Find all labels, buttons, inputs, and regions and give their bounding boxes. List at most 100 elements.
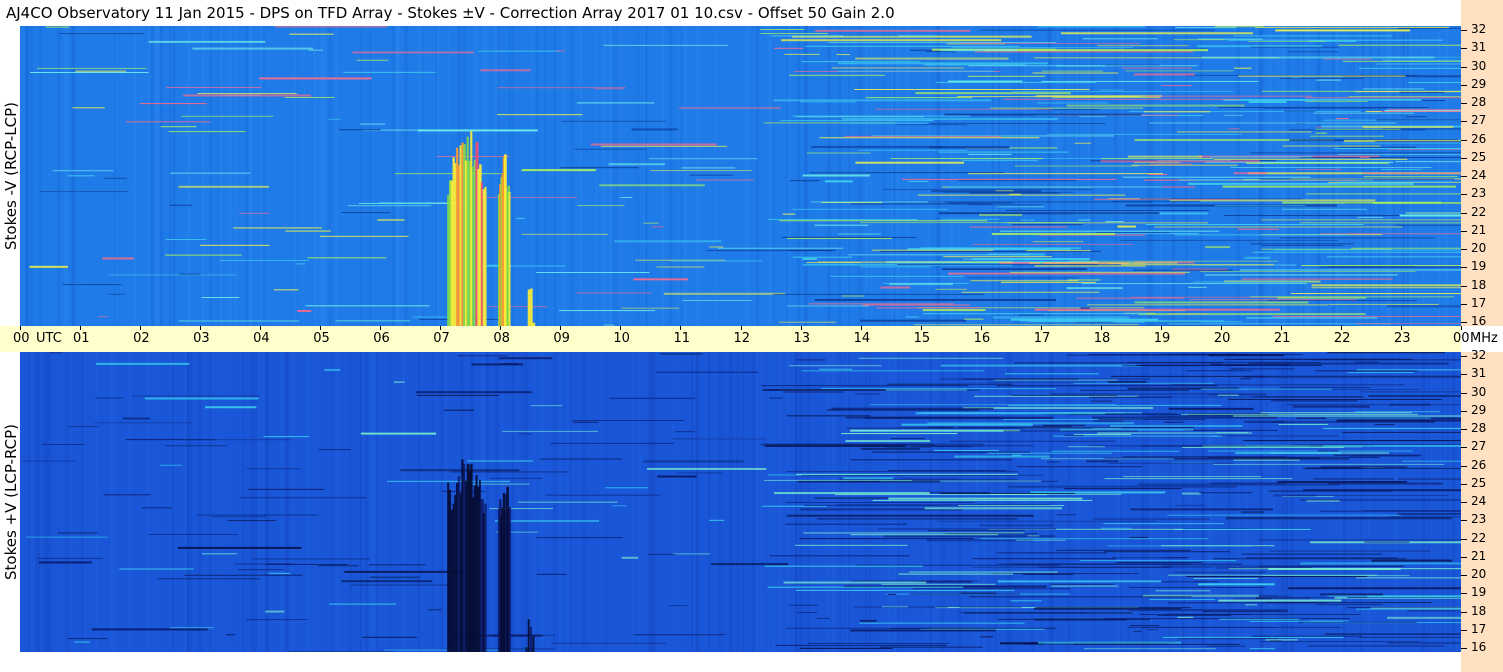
frequency-tick-label: 27 xyxy=(1471,439,1487,454)
interference-streak xyxy=(764,445,906,448)
interference-streak xyxy=(160,126,197,128)
interference-streak xyxy=(1268,567,1401,570)
interference-streak xyxy=(773,47,804,49)
interference-streak xyxy=(767,586,964,588)
interference-streak xyxy=(400,469,520,472)
interference-streak xyxy=(1282,208,1368,210)
interference-streak xyxy=(1003,98,1241,100)
interference-streak xyxy=(1359,156,1370,158)
spectrogram-top-plot xyxy=(20,26,1461,326)
interference-streak xyxy=(1238,75,1406,77)
interference-streak xyxy=(808,642,950,644)
interference-streak xyxy=(821,388,1057,390)
interference-streak xyxy=(148,533,238,535)
interference-streak xyxy=(997,385,1218,387)
frequency-tick-label: 16 xyxy=(1471,314,1487,328)
interference-streak xyxy=(245,619,308,621)
frequency-tick-mark xyxy=(1461,267,1467,269)
interference-streak xyxy=(1100,160,1260,163)
interference-streak xyxy=(1328,303,1439,305)
interference-streak xyxy=(1233,459,1300,461)
interference-streak xyxy=(1233,172,1267,175)
interference-streak xyxy=(1131,164,1238,166)
interference-streak xyxy=(1073,643,1240,645)
interference-streak xyxy=(1252,396,1364,398)
frequency-tick-label: 22 xyxy=(1471,530,1487,545)
interference-streak xyxy=(1282,145,1381,147)
interference-streak xyxy=(609,397,696,399)
noise-stripe xyxy=(133,26,137,326)
interference-streak xyxy=(1356,608,1461,610)
interference-streak xyxy=(347,205,432,207)
burst-stroke xyxy=(527,619,530,652)
interference-streak xyxy=(1012,91,1234,93)
frequency-tick-mark xyxy=(1461,139,1467,141)
interference-streak xyxy=(851,459,1013,461)
interference-streak xyxy=(1091,416,1278,419)
interference-streak xyxy=(352,51,474,54)
time-tick-label: 12 xyxy=(733,331,751,346)
interference-streak xyxy=(881,583,996,585)
interference-streak xyxy=(1107,381,1147,384)
noise-stripe xyxy=(156,352,159,652)
interference-streak xyxy=(1399,91,1445,93)
frequency-tick-label: 26 xyxy=(1471,457,1487,472)
interference-streak xyxy=(1301,265,1461,267)
noise-stripe xyxy=(1025,352,1029,652)
interference-streak xyxy=(1182,492,1201,495)
interference-streak xyxy=(1214,205,1306,207)
interference-streak xyxy=(1099,89,1123,91)
interference-streak xyxy=(535,537,623,539)
noise-stripe xyxy=(561,26,564,326)
interference-streak xyxy=(1164,421,1184,423)
interference-streak xyxy=(803,532,1025,534)
interference-streak xyxy=(1127,155,1203,158)
frequency-tick-mark xyxy=(1461,103,1467,104)
interference-streak xyxy=(1267,300,1417,302)
interference-streak xyxy=(36,67,147,69)
noise-stripe xyxy=(632,352,635,652)
frequency-tick-mark xyxy=(1461,392,1467,394)
interference-streak xyxy=(1261,641,1420,643)
frequency-tick-label: 17 xyxy=(1471,621,1487,636)
interference-streak xyxy=(1241,511,1265,514)
interference-streak xyxy=(328,118,341,120)
interference-streak xyxy=(999,230,1220,232)
interference-streak xyxy=(164,445,227,447)
frequency-tick-label: 31 xyxy=(1471,40,1487,55)
interference-streak xyxy=(969,596,1192,598)
interference-streak xyxy=(1214,158,1408,160)
interference-streak xyxy=(1283,110,1316,112)
noise-stripe xyxy=(64,352,66,652)
interference-streak xyxy=(178,185,269,188)
interference-streak xyxy=(1080,389,1190,391)
interference-streak xyxy=(1022,573,1074,575)
interference-streak xyxy=(561,120,667,122)
frequency-tick-mark xyxy=(1461,629,1467,631)
interference-streak xyxy=(897,264,1098,266)
interference-streak xyxy=(1260,412,1412,414)
interference-streak xyxy=(1051,585,1119,587)
interference-streak xyxy=(490,477,543,479)
interference-streak xyxy=(285,230,331,232)
interference-streak xyxy=(1066,354,1215,356)
noise-stripe xyxy=(42,352,47,652)
interference-streak xyxy=(887,470,1007,472)
noise-stripe xyxy=(1406,26,1410,326)
interference-streak xyxy=(881,606,909,608)
frequency-tick-mark xyxy=(1461,194,1467,196)
interference-streak xyxy=(1320,266,1461,268)
interference-streak xyxy=(929,122,1106,124)
interference-streak xyxy=(995,190,1014,192)
noise-stripe xyxy=(661,26,664,326)
interference-streak xyxy=(779,220,988,222)
burst-stroke xyxy=(448,489,451,652)
frequency-tick-label: 28 xyxy=(1471,95,1487,109)
interference-streak xyxy=(1367,595,1461,598)
noise-stripe xyxy=(172,352,174,652)
interference-streak xyxy=(841,118,1058,121)
interference-streak xyxy=(1241,278,1393,280)
interference-streak xyxy=(1173,571,1266,573)
interference-streak xyxy=(980,29,1215,31)
interference-streak xyxy=(786,471,1018,473)
